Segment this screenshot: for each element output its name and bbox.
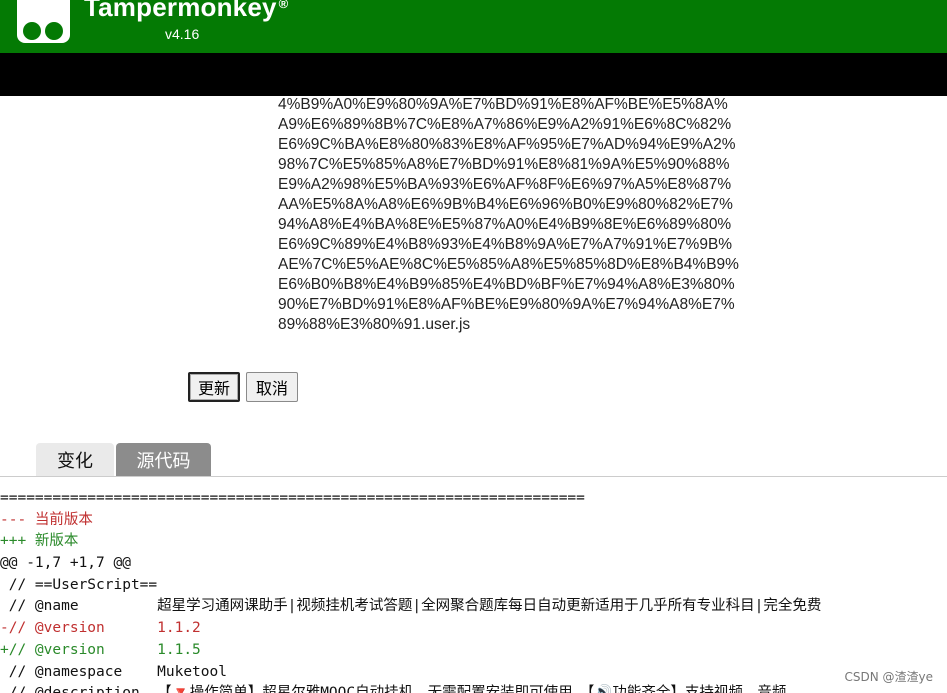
app-header: Tampermonkey ® v4.16: [0, 0, 947, 53]
watermark-label: CSDN @渣渣ye: [844, 668, 933, 685]
cancel-button[interactable]: 取消: [246, 372, 298, 402]
diff-line: // ==UserScript==: [0, 576, 158, 593]
version-label: v4.16: [165, 26, 200, 42]
diff-line: // @description 【🔻操作简单】超星尔雅MOOC自动挂机，无需配置…: [0, 683, 947, 693]
diff-line: // @namespace Muketool: [0, 663, 227, 680]
logo-left-eye: [23, 22, 41, 40]
diff-view: ========================================…: [0, 488, 947, 693]
diff-separator: ========================================…: [0, 490, 585, 506]
update-button[interactable]: 更新: [188, 372, 240, 402]
filename-line: 90%E7%BD%91%E8%AF%BE%E9%80%9A%E7%94%A8%E…: [278, 296, 735, 313]
filename-line: E6%B0%B8%E4%B9%85%E4%BD%BF%E7%94%A8%E3%8…: [278, 276, 735, 293]
logo-right-eye: [45, 22, 63, 40]
tab-changes[interactable]: 变化: [36, 443, 114, 477]
filename-line: AE%7C%E5%AE%8C%E5%85%A8%E5%85%8D%E8%B4%B…: [278, 256, 739, 273]
filename-line: AA%E5%8A%A8%E6%9B%B4%E6%96%B0%E9%80%82%E…: [278, 196, 733, 213]
tabs-divider: [0, 476, 947, 477]
diff-line: // @name 超星学习通网课助手|视频挂机考试答题|全网聚合题库每日自动更新…: [0, 598, 822, 615]
diff-hunk-header: @@ -1,7 +1,7 @@: [0, 555, 131, 572]
diff-new-header: +++ 新版本: [0, 533, 79, 550]
filename-line: 89%88%E3%80%91.user.js: [278, 316, 471, 333]
brand-title: Tampermonkey ®: [84, 0, 288, 23]
filename-line: 4%B9%A0%E9%80%9A%E7%BD%91%E8%AF%BE%E5%8A…: [278, 96, 728, 113]
diff-line-removed: -// @version 1.1.2: [0, 620, 201, 637]
tampermonkey-logo-icon: [17, 0, 70, 43]
filename-line: 98%7C%E5%85%A8%E7%BD%91%E8%81%9A%E5%90%8…: [278, 156, 730, 173]
toolbar-bar: [0, 53, 947, 96]
diff-line-added: +// @version 1.1.5: [0, 641, 201, 658]
script-filename: 4%B9%A0%E9%80%9A%E7%BD%91%E8%AF%BE%E5%8A…: [278, 95, 748, 335]
trademark-symbol: ®: [278, 0, 289, 11]
filename-line: E9%A2%98%E5%BA%93%E6%AF%8F%E6%97%A5%E8%8…: [278, 176, 732, 193]
diff-old-header: --- 当前版本: [0, 511, 93, 528]
filename-line: E6%9C%89%E4%B8%93%E4%B8%9A%E7%A7%91%E7%9…: [278, 236, 733, 253]
tab-source[interactable]: 源代码: [116, 443, 211, 477]
filename-line: E6%9C%BA%E8%80%83%E8%AF%95%E7%AD%94%E9%A…: [278, 136, 736, 153]
filename-line: 94%A8%E4%BA%8E%E5%87%A0%E4%B9%8E%E6%89%8…: [278, 216, 732, 233]
filename-line: A9%E6%89%8B%7C%E8%A7%86%E9%A2%91%E6%8C%8…: [278, 116, 732, 133]
